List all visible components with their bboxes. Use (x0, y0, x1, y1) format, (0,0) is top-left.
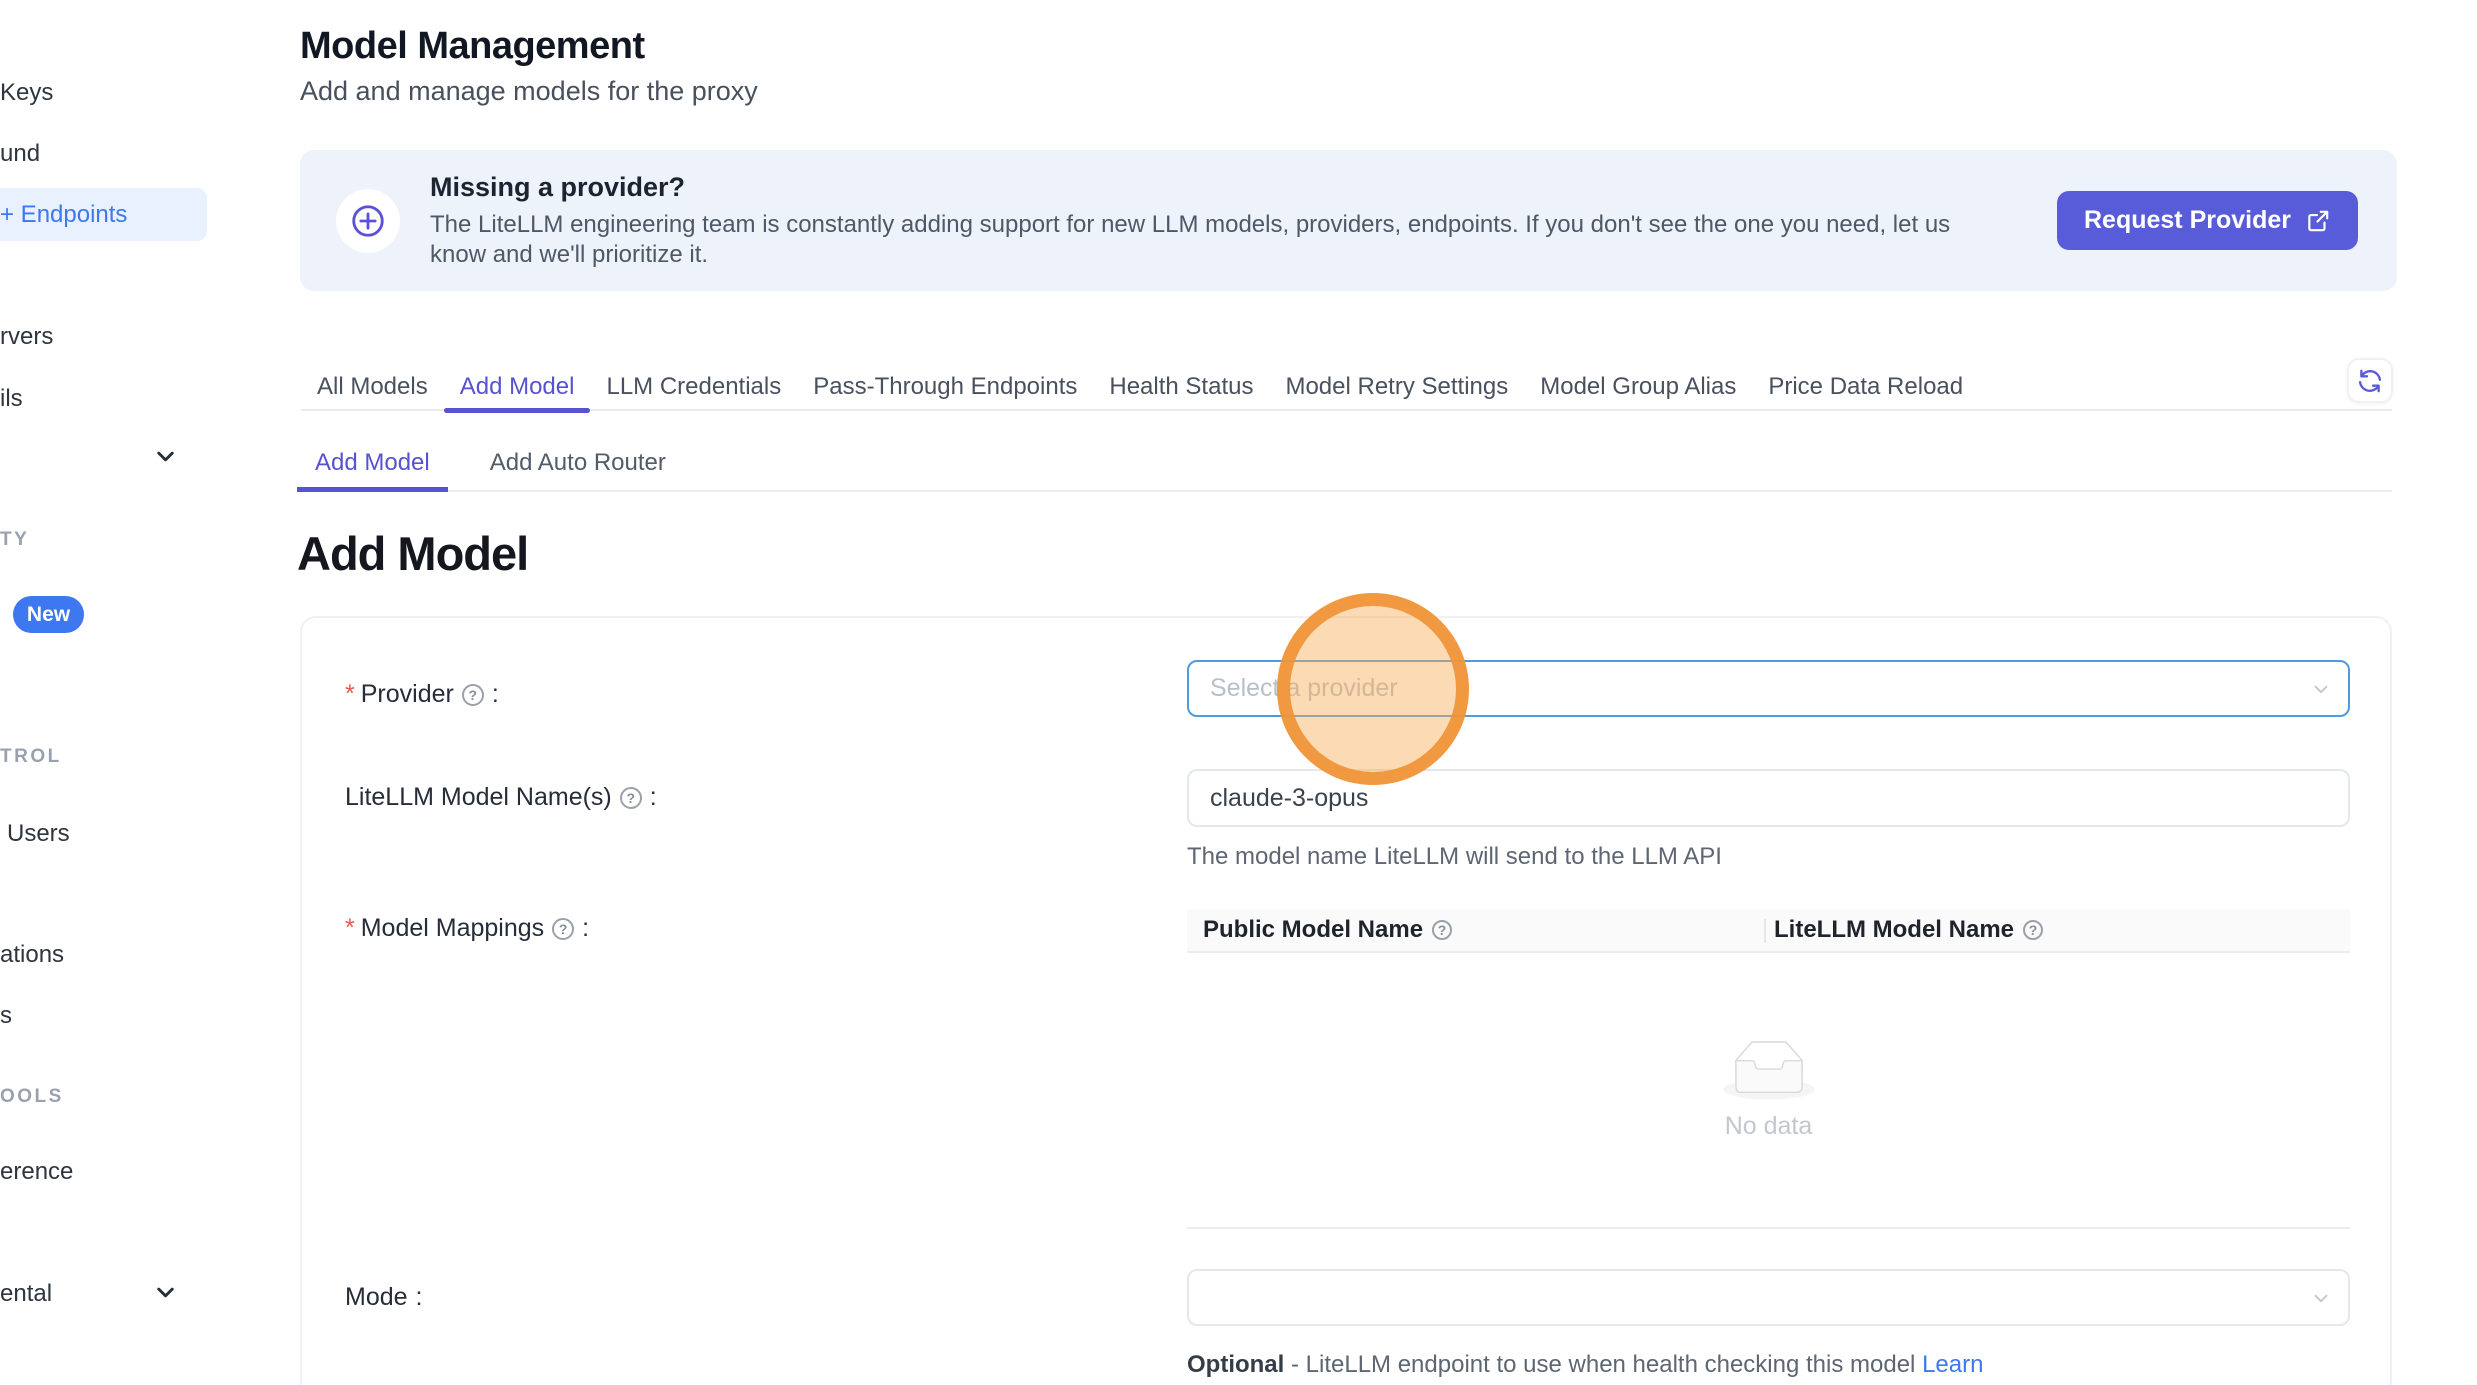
question-circle-icon[interactable]: ? (552, 918, 574, 940)
sidebar-item-models-endpoints[interactable]: + Endpoints (0, 188, 207, 241)
model-tabs: All Models Add Model LLM Credentials Pas… (301, 365, 2392, 411)
required-mark: * (345, 680, 355, 709)
missing-provider-banner: Missing a provider? The LiteLLM engineer… (300, 150, 2397, 291)
column-header-label: Public Model Name (1203, 916, 1423, 944)
banner-text: Missing a provider? The LiteLLM engineer… (430, 172, 1995, 270)
model-name-label-text: LiteLLM Model Name(s) (345, 783, 612, 812)
model-mappings-label: * Model Mappings ? : (345, 914, 589, 943)
model-name-helper: The model name LiteLLM will send to the … (1187, 843, 1722, 871)
provider-placeholder: Select a provider (1189, 674, 1398, 703)
tab-pass-through-endpoints[interactable]: Pass-Through Endpoints (797, 365, 1093, 409)
chevron-down-icon[interactable] (152, 443, 179, 470)
mappings-empty-state: No data (1187, 953, 2350, 1229)
mode-label: Mode : (345, 1283, 423, 1312)
column-divider (1764, 919, 1766, 943)
banner-title: Missing a provider? (430, 172, 1995, 203)
refresh-button[interactable] (2347, 358, 2393, 403)
mode-helper: Optional - LiteLLM endpoint to use when … (1187, 1347, 2017, 1385)
sidebar-item-organizations[interactable]: ations (0, 941, 64, 969)
tab-llm-credentials[interactable]: LLM Credentials (590, 365, 797, 409)
question-circle-icon[interactable]: ? (620, 787, 642, 809)
mappings-header-row: Public Model Name ? LiteLLM Model Name ? (1187, 909, 2350, 953)
tab-all-models[interactable]: All Models (301, 365, 444, 409)
chevron-down-icon (2310, 678, 2332, 700)
model-management-page: Keys und + Endpoints rvers ils TY New TR… (0, 0, 2477, 1385)
sidebar-item-mcp-servers[interactable]: rvers (0, 323, 53, 351)
model-name-label: LiteLLM Model Name(s) ? : (345, 783, 657, 812)
sidebar-item-guardrails[interactable]: ils (0, 385, 23, 413)
add-model-heading: Add Model (297, 526, 528, 581)
tab-price-data-reload[interactable]: Price Data Reload (1752, 365, 1979, 409)
tab-health-status[interactable]: Health Status (1093, 365, 1269, 409)
chevron-down-icon (2310, 1287, 2332, 1309)
page-title: Model Management (300, 25, 645, 68)
column-header-litellm-model-name: LiteLLM Model Name ? (1766, 916, 2043, 944)
new-badge: New (13, 596, 84, 633)
no-data-text: No data (1725, 1112, 1813, 1141)
sidebar-section-access-control: TROL (0, 746, 62, 768)
provider-label: * Provider ? : (345, 680, 499, 709)
sidebar-item-reference[interactable]: erence (0, 1158, 73, 1186)
sidebar-section-tools: OOLS (0, 1086, 64, 1108)
circle-plus-icon (336, 189, 400, 253)
sidebar-item-virtual-keys[interactable]: Keys (0, 79, 53, 107)
inbox-icon (1723, 1040, 1815, 1100)
sidebar-item-internal-users[interactable]: Users (7, 820, 70, 848)
label-colon: : (416, 1283, 423, 1312)
tab-add-model[interactable]: Add Model (444, 365, 591, 409)
add-model-subtabs: Add Model Add Auto Router (297, 438, 684, 492)
model-mappings-table: Public Model Name ? LiteLLM Model Name ?… (1187, 909, 2350, 1229)
question-circle-icon[interactable]: ? (462, 684, 484, 706)
model-mappings-label-text: Model Mappings (361, 914, 544, 943)
request-provider-label: Request Provider (2084, 206, 2291, 235)
mode-label-text: Mode (345, 1283, 408, 1312)
sidebar-item-playground[interactable]: und (0, 140, 40, 168)
sidebar-item-experimental[interactable]: ental (0, 1280, 52, 1308)
label-colon: : (492, 680, 499, 709)
label-colon: : (650, 783, 657, 812)
mode-helper-text: - LiteLLM endpoint to use when health ch… (1284, 1351, 1922, 1378)
required-mark: * (345, 914, 355, 943)
external-link-icon (2305, 208, 2331, 234)
sidebar-item-label: + Endpoints (0, 201, 127, 229)
tab-model-retry-settings[interactable]: Model Retry Settings (1269, 365, 1524, 409)
chevron-down-icon[interactable] (152, 1279, 179, 1306)
request-provider-button[interactable]: Request Provider (2057, 191, 2358, 250)
mode-select[interactable] (1187, 1269, 2350, 1326)
banner-body: The LiteLLM engineering team is constant… (430, 210, 1995, 270)
provider-label-text: Provider (361, 680, 454, 709)
sidebar-item-teams[interactable]: s (0, 1002, 12, 1030)
model-name-input[interactable]: claude-3-opus (1187, 769, 2350, 827)
provider-select[interactable]: Select a provider (1187, 660, 2350, 717)
question-circle-icon[interactable]: ? (2023, 920, 2043, 940)
refresh-icon (2356, 367, 2384, 395)
subtab-add-auto-router[interactable]: Add Auto Router (472, 438, 684, 492)
column-header-public-model-name: Public Model Name ? (1187, 916, 1766, 944)
subtab-add-model[interactable]: Add Model (297, 438, 448, 492)
column-header-label: LiteLLM Model Name (1774, 916, 2014, 944)
label-colon: : (582, 914, 589, 943)
question-circle-icon[interactable]: ? (1432, 920, 1452, 940)
mode-helper-bold: Optional (1187, 1351, 1284, 1378)
sidebar-section-observability: TY (0, 529, 29, 551)
page-subtitle: Add and manage models for the proxy (300, 76, 758, 107)
tab-model-group-alias[interactable]: Model Group Alias (1524, 365, 1752, 409)
